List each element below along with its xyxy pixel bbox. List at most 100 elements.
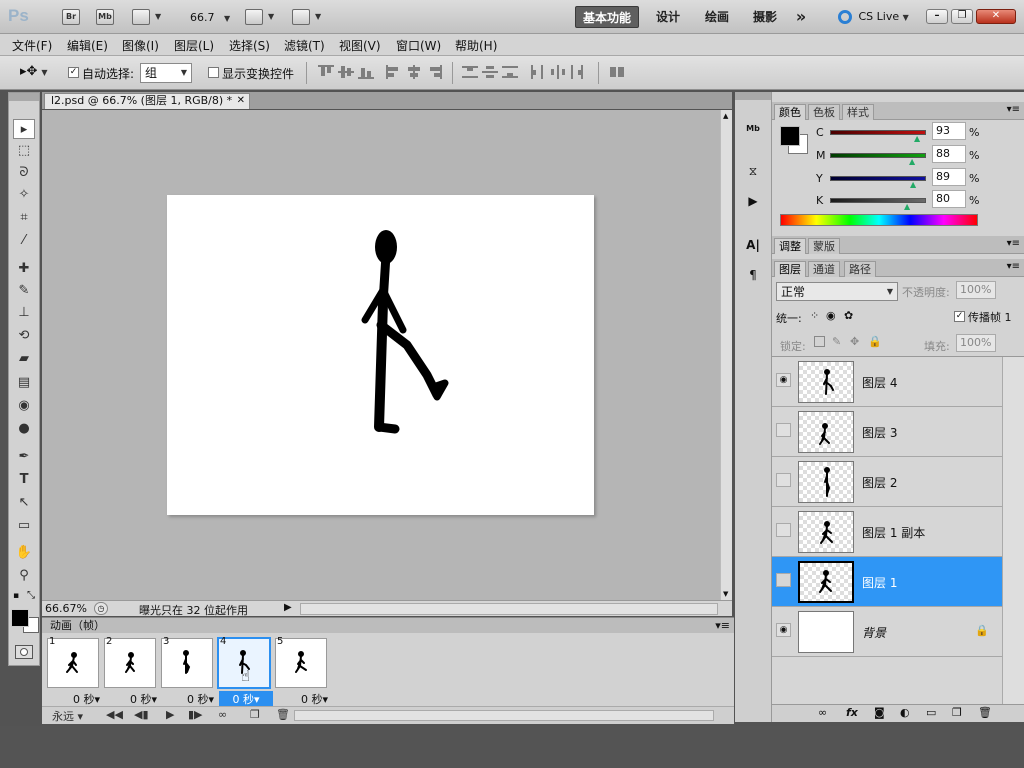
mini-bridge-panel-icon[interactable]: Mb bbox=[741, 118, 765, 140]
marquee-tool-icon[interactable]: ⬚ bbox=[13, 141, 35, 161]
color-spectrum-bar[interactable] bbox=[780, 214, 978, 226]
eye-icon[interactable]: ◉ bbox=[776, 623, 791, 637]
new-layer-icon[interactable]: ❐ bbox=[952, 706, 962, 719]
slider-thumb-icon[interactable]: ▲ bbox=[914, 134, 920, 143]
frame-delay[interactable]: 0 秒▾ bbox=[48, 691, 100, 707]
menu-layer[interactable]: 图层(L) bbox=[174, 37, 214, 54]
frame-delay[interactable]: 0 秒▾ bbox=[162, 691, 214, 707]
channel-c-slider[interactable] bbox=[830, 130, 926, 135]
channel-m-value[interactable]: 88 bbox=[932, 145, 966, 163]
animation-frame-2[interactable]: 2 0 秒▾ bbox=[104, 636, 157, 706]
paragraph-panel-icon[interactable]: ¶ bbox=[741, 264, 765, 286]
foreground-color-swatch[interactable] bbox=[11, 609, 29, 627]
healing-brush-tool-icon[interactable]: ✚ bbox=[13, 259, 35, 279]
align-right-icon[interactable] bbox=[426, 65, 442, 79]
dodge-tool-icon[interactable]: ● bbox=[13, 419, 35, 439]
panel-grip[interactable] bbox=[735, 92, 771, 100]
lock-transparency-icon[interactable] bbox=[814, 336, 825, 347]
blend-mode-dropdown[interactable]: 正常 ▼ bbox=[776, 282, 898, 301]
history-brush-tool-icon[interactable]: ⟲ bbox=[13, 326, 35, 346]
lock-pixels-icon[interactable]: ✎ bbox=[832, 335, 841, 348]
cs-live-button[interactable]: CS Live ▼ bbox=[838, 9, 909, 25]
frame-delay[interactable]: 0 秒▾ bbox=[276, 691, 328, 707]
slider-thumb-icon[interactable]: ▲ bbox=[910, 180, 916, 189]
tab-adjustments[interactable]: 调整 bbox=[774, 238, 806, 254]
new-group-icon[interactable]: ▭ bbox=[926, 706, 936, 719]
crop-tool-icon[interactable]: ⌗ bbox=[13, 208, 35, 228]
more-workspaces-button[interactable]: » bbox=[790, 6, 812, 28]
tab-masks[interactable]: 蒙版 bbox=[808, 238, 840, 254]
eye-icon[interactable]: ◉ bbox=[776, 373, 791, 387]
eyedropper-tool-icon[interactable]: ⁄ bbox=[13, 231, 35, 251]
status-menu-arrow-icon[interactable]: ▶ bbox=[284, 602, 292, 613]
visibility-toggle[interactable] bbox=[776, 523, 791, 537]
tab-color[interactable]: 颜色 bbox=[774, 104, 806, 120]
tab-styles[interactable]: 样式 bbox=[842, 104, 874, 120]
layer-row-2[interactable]: 图层 2 bbox=[772, 457, 1002, 507]
slider-thumb-icon[interactable]: ▲ bbox=[904, 202, 910, 211]
animation-frame-4[interactable]: 4 0 秒▾ ☝ bbox=[217, 636, 273, 707]
propagate-frame-checkbox[interactable]: ✓ bbox=[954, 311, 965, 322]
swap-colors-icon[interactable]: ⤡ bbox=[27, 590, 35, 601]
link-layers-icon[interactable]: ∞ bbox=[818, 706, 827, 719]
scroll-up-arrow-icon[interactable]: ▲ bbox=[723, 112, 728, 120]
duplicate-frame-icon[interactable]: ❐ bbox=[250, 708, 260, 721]
layer-row-background[interactable]: ◉ 背景 🔒 bbox=[772, 607, 1002, 657]
menu-filter[interactable]: 滤镜(T) bbox=[284, 37, 325, 54]
add-mask-icon[interactable]: ◙ bbox=[874, 706, 885, 719]
zoom-tool-icon[interactable]: ⚲ bbox=[13, 566, 35, 586]
history-panel-icon[interactable]: ⧖ bbox=[741, 160, 765, 182]
menu-file[interactable]: 文件(F) bbox=[12, 37, 52, 54]
unify-visibility-icon[interactable]: ◉ bbox=[826, 309, 836, 322]
status-info-icon[interactable]: ◷ bbox=[94, 602, 108, 615]
view-extras-button[interactable]: ▼ bbox=[132, 9, 162, 25]
delete-layer-icon[interactable]: 🗑 bbox=[978, 706, 992, 719]
first-frame-icon[interactable]: ◀◀ bbox=[106, 708, 123, 721]
visibility-toggle[interactable] bbox=[776, 473, 791, 487]
distribute-bottom-icon[interactable] bbox=[502, 65, 518, 79]
blur-tool-icon[interactable]: ◉ bbox=[13, 396, 35, 416]
channel-k-slider[interactable] bbox=[830, 198, 926, 203]
menu-select[interactable]: 选择(S) bbox=[229, 37, 270, 54]
horizontal-scrollbar[interactable] bbox=[300, 603, 718, 615]
color-foreground-swatch[interactable] bbox=[780, 126, 800, 146]
auto-select-target-dropdown[interactable]: 组 ▼ bbox=[140, 63, 192, 83]
quick-mask-icon[interactable] bbox=[15, 645, 33, 659]
channel-y-value[interactable]: 89 bbox=[932, 168, 966, 186]
frame-delay[interactable]: 0 秒▾ bbox=[219, 691, 273, 707]
layer-row-1[interactable]: 图层 1 bbox=[772, 557, 1002, 607]
tween-icon[interactable]: ∞ bbox=[218, 708, 227, 721]
document-canvas[interactable] bbox=[167, 195, 594, 515]
align-bottom-icon[interactable] bbox=[358, 65, 374, 79]
type-tool-icon[interactable]: T bbox=[13, 470, 35, 490]
channel-c-value[interactable]: 93 bbox=[932, 122, 966, 140]
play-icon[interactable]: ▶ bbox=[166, 708, 174, 721]
animation-scrollbar[interactable] bbox=[294, 710, 714, 721]
align-top-icon[interactable] bbox=[318, 65, 334, 79]
layer-row-3[interactable]: 图层 3 bbox=[772, 407, 1002, 457]
eraser-tool-icon[interactable]: ▰ bbox=[13, 349, 35, 369]
zoom-level-dropdown[interactable]: 66.7 ▼ bbox=[190, 11, 230, 24]
tab-swatches[interactable]: 色板 bbox=[808, 104, 840, 120]
close-icon[interactable]: ✕ bbox=[237, 94, 245, 108]
channel-k-value[interactable]: 80 bbox=[932, 190, 966, 208]
distribute-top-icon[interactable] bbox=[462, 65, 478, 79]
default-colors-icon[interactable]: ▪ bbox=[13, 591, 19, 601]
canvas-area[interactable] bbox=[42, 110, 720, 600]
visibility-toggle[interactable] bbox=[776, 423, 791, 437]
panel-menu-icon[interactable]: ▾≡ bbox=[1007, 238, 1020, 249]
unify-position-icon[interactable]: ⁘ bbox=[810, 309, 819, 322]
visibility-toggle[interactable] bbox=[776, 573, 791, 587]
align-horizontal-center-icon[interactable] bbox=[406, 65, 422, 79]
zoom-readout[interactable]: 66.67% bbox=[45, 602, 87, 615]
distribute-right-icon[interactable] bbox=[570, 65, 586, 79]
slider-thumb-icon[interactable]: ▲ bbox=[909, 157, 915, 166]
menu-view[interactable]: 视图(V) bbox=[339, 37, 381, 54]
align-left-icon[interactable] bbox=[386, 65, 402, 79]
actions-panel-icon[interactable]: ▶ bbox=[741, 190, 765, 212]
panel-grip[interactable] bbox=[9, 93, 39, 101]
character-panel-icon[interactable]: A| bbox=[741, 234, 765, 256]
minimize-button[interactable]: – bbox=[926, 9, 948, 24]
vertical-scrollbar[interactable]: ▲ ▼ bbox=[720, 110, 732, 600]
quick-selection-tool-icon[interactable]: ✧ bbox=[13, 185, 35, 205]
